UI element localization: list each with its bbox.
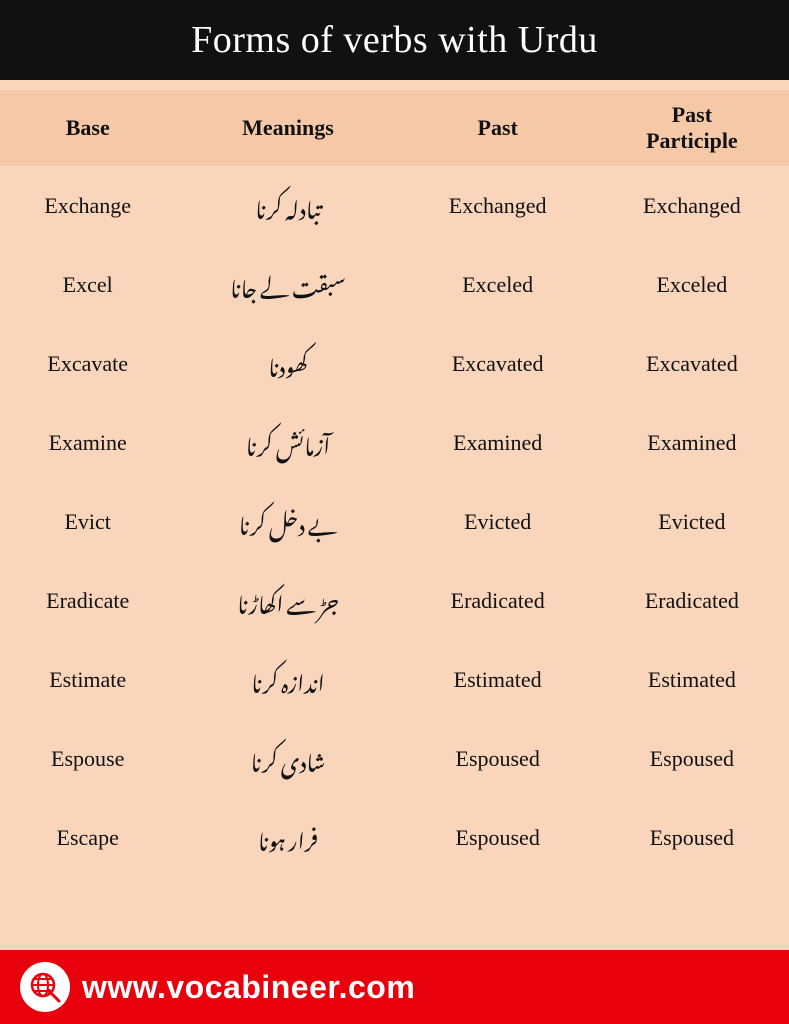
cell-base: Evict [0, 482, 175, 561]
table-row: Espouseشادی کرناEspousedEspoused [0, 719, 789, 798]
cell-base: Examine [0, 403, 175, 482]
cell-base: Eradicate [0, 561, 175, 640]
cell-meaning: کھودنا [175, 324, 400, 403]
cell-meaning: شادی کرنا [175, 719, 400, 798]
cell-past: Excavated [401, 324, 595, 403]
cell-meaning: فرار ہونا [175, 798, 400, 877]
table-row: Exchangeتبادلہ کرناExchangedExchanged [0, 166, 789, 245]
cell-past-participle: Examined [595, 403, 789, 482]
footer: www.vocabineer.com [0, 950, 789, 1024]
cell-past: Espoused [401, 798, 595, 877]
cell-base: Estimate [0, 640, 175, 719]
cell-past: Exceled [401, 245, 595, 324]
cell-past-participle: Estimated [595, 640, 789, 719]
col-past: Past [401, 90, 595, 166]
cell-past: Evicted [401, 482, 595, 561]
table-row: Escapeفرار ہوناEspousedEspoused [0, 798, 789, 877]
cell-past-participle: Excavated [595, 324, 789, 403]
page-header: Forms of verbs with Urdu [0, 0, 789, 80]
cell-base: Excel [0, 245, 175, 324]
cell-past-participle: Exchanged [595, 166, 789, 245]
table-row: Examineآزمائش کرناExaminedExamined [0, 403, 789, 482]
cell-past: Exchanged [401, 166, 595, 245]
cell-meaning: اندازہ کرنا [175, 640, 400, 719]
page-title: Forms of verbs with Urdu [20, 18, 769, 62]
cell-base: Espouse [0, 719, 175, 798]
cell-past: Estimated [401, 640, 595, 719]
cell-past-participle: Exceled [595, 245, 789, 324]
cell-meaning: تبادلہ کرنا [175, 166, 400, 245]
verbs-table: Base Meanings Past PastParticiple Exchan… [0, 90, 789, 877]
cell-past: Examined [401, 403, 595, 482]
table-row: Evictبے دخل کرناEvictedEvicted [0, 482, 789, 561]
website-icon [20, 962, 70, 1012]
cell-past: Eradicated [401, 561, 595, 640]
table-row: Excelسبقت لے جاناExceledExceled [0, 245, 789, 324]
cell-base: Excavate [0, 324, 175, 403]
footer-url: www.vocabineer.com [82, 969, 415, 1006]
table-header-row: Base Meanings Past PastParticiple [0, 90, 789, 166]
table-container: www.vocabineer.com Base Meanings Past Pa… [0, 80, 789, 950]
cell-meaning: آزمائش کرنا [175, 403, 400, 482]
cell-meaning: سبقت لے جانا [175, 245, 400, 324]
cell-past-participle: Eradicated [595, 561, 789, 640]
col-past-participle: PastParticiple [595, 90, 789, 166]
cell-meaning: بے دخل کرنا [175, 482, 400, 561]
cell-meaning: جڑ سے اکھاڑنا [175, 561, 400, 640]
table-row: Estimateاندازہ کرناEstimatedEstimated [0, 640, 789, 719]
cell-base: Exchange [0, 166, 175, 245]
cell-past-participle: Espoused [595, 798, 789, 877]
cell-past-participle: Evicted [595, 482, 789, 561]
cell-past: Espoused [401, 719, 595, 798]
col-meanings: Meanings [175, 90, 400, 166]
cell-past-participle: Espoused [595, 719, 789, 798]
cell-base: Escape [0, 798, 175, 877]
table-row: ExcavateکھودناExcavatedExcavated [0, 324, 789, 403]
col-base: Base [0, 90, 175, 166]
table-row: Eradicateجڑ سے اکھاڑناEradicatedEradicat… [0, 561, 789, 640]
